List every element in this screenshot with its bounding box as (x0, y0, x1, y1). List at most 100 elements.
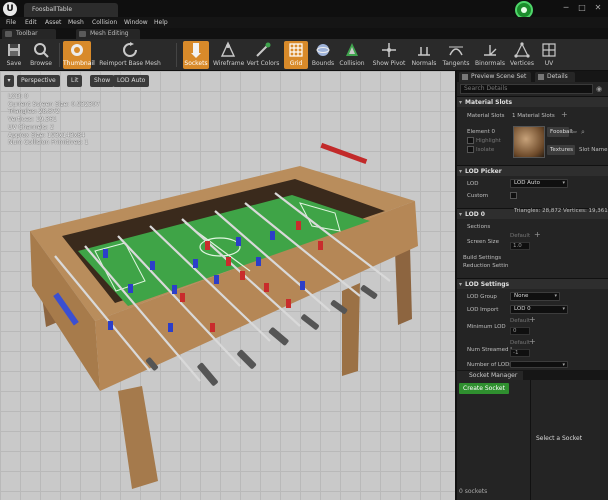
lod-group-dropdown[interactable]: None (510, 292, 560, 301)
minimum-lod-default-label: Default (510, 318, 531, 324)
num-streamed-lods-input[interactable]: -1 (510, 349, 530, 357)
binormals-button[interactable]: Binormals (474, 41, 506, 69)
wireframe-button[interactable]: Wireframe (213, 41, 244, 69)
panel-tab-row: Toolbar Mesh Editing (0, 28, 608, 39)
screen-size-label: Screen Size (467, 239, 499, 245)
table-leg (395, 246, 412, 325)
thumbnail-button[interactable]: Thumbnail (63, 41, 95, 69)
tangents-button[interactable]: Tangents (441, 41, 471, 69)
grid-toggle[interactable]: Grid (284, 41, 308, 69)
uv-button[interactable]: UV (538, 41, 560, 69)
sections-label[interactable]: Sections (467, 224, 490, 230)
select-a-socket-text: Select a Socket (536, 435, 583, 442)
isolate-checkbox[interactable] (467, 146, 474, 153)
vert-colors-button[interactable]: Vert Colors (246, 41, 280, 69)
asset-document-tab[interactable]: FoosballTable (24, 3, 118, 17)
tab-mesh-editing[interactable]: Mesh Editing (76, 29, 140, 39)
lod-auto-button[interactable]: LOD Auto (113, 75, 150, 87)
tab-toolbar[interactable]: Toolbar (2, 29, 56, 39)
show-pivot-button[interactable]: Show Pivot (372, 41, 406, 69)
num-streamed-default-label: Default (510, 340, 531, 346)
normals-icon (418, 47, 430, 56)
mesh-editing-icon (79, 31, 86, 37)
close-button[interactable]: ✕ (592, 3, 604, 13)
preview-scene-icon (462, 74, 468, 80)
browse-icon (34, 43, 49, 58)
lit-view-mode-button[interactable]: Lit (67, 75, 83, 87)
lod-group-label: LOD Group (467, 294, 497, 300)
grid-icon (289, 43, 303, 57)
browse-button[interactable]: Browse (28, 41, 54, 69)
maximize-button[interactable]: □ (576, 3, 588, 13)
stat-triangles: Triangles: 28,872 (8, 108, 60, 116)
lod-picker-section-header[interactable]: LOD Picker (457, 165, 608, 177)
view-options-eye-icon[interactable]: ◉ (596, 84, 607, 94)
socket-manager-tab-row: Socket Manager (455, 370, 608, 380)
details-tab-row: Preview Scene Set Details (457, 71, 608, 82)
screen-size-input[interactable]: 1.0 (510, 242, 530, 250)
toolbar: Save Browse Thumbnail Reimport Base Mesh… (0, 39, 608, 71)
reduction-settings-label[interactable]: Reduction Settin (463, 263, 508, 269)
show-flags-button[interactable]: Show (90, 75, 115, 87)
menu-edit[interactable]: Edit (25, 17, 37, 28)
normals-button[interactable]: Normals (410, 41, 438, 69)
vertices-button[interactable]: Vertices (508, 41, 536, 69)
collision-button[interactable]: Collision (337, 41, 367, 69)
browse-material-icon[interactable]: ⌕ (581, 128, 585, 136)
menu-mesh[interactable]: Mesh (68, 17, 84, 28)
add-screen-size-icon[interactable]: + (534, 231, 541, 239)
unreal-logo-icon: U (3, 2, 17, 16)
sockets-button[interactable]: Sockets (183, 41, 209, 69)
build-settings-label[interactable]: Build Settings (463, 255, 501, 261)
highlight-label: Highlight (476, 138, 501, 144)
save-button[interactable]: Save (3, 41, 25, 69)
menu-window[interactable]: Window (124, 17, 148, 28)
use-selected-arrow-icon[interactable]: ⇦ (571, 128, 577, 136)
material-thumbnail[interactable] (513, 126, 545, 158)
tab-socket-manager[interactable]: Socket Manager (457, 371, 524, 380)
material-picker-dropdown[interactable]: Foosball (547, 127, 572, 137)
menu-help[interactable]: Help (154, 17, 168, 28)
add-material-slot-icon[interactable]: + (561, 111, 568, 119)
custom-lod-checkbox[interactable] (510, 192, 517, 199)
save-icon (8, 44, 20, 56)
collision-icon (346, 43, 358, 56)
number-of-lods-label: Number of LODs (467, 362, 513, 368)
custom-label: Custom (467, 193, 489, 199)
add-minimum-lod-icon[interactable]: + (529, 316, 536, 324)
uv-icon (542, 43, 556, 57)
create-socket-button[interactable]: Create Socket (459, 383, 509, 394)
viewport-stats-overlay: LOD: 0 Current Screen Size: 0.932307 Tri… (8, 93, 100, 147)
minimize-button[interactable]: ─ (560, 3, 572, 13)
lod-picker-dropdown[interactable]: LOD Auto (510, 179, 568, 188)
details-icon (538, 74, 544, 80)
highlight-checkbox[interactable] (467, 137, 474, 144)
bounds-button[interactable]: Bounds (311, 41, 335, 69)
menu-asset[interactable]: Asset (45, 17, 61, 28)
lod-settings-section-header[interactable]: LOD Settings (457, 278, 608, 290)
lod0-triangles: Triangles: 28,872 (514, 208, 562, 214)
lod-import-dropdown[interactable]: LOD 0 (510, 305, 568, 314)
add-num-streamed-icon[interactable]: + (529, 338, 536, 346)
reimport-base-mesh-button[interactable]: Reimport Base Mesh (99, 41, 161, 69)
number-of-lods-input[interactable] (510, 361, 568, 369)
viewport-options-dropdown[interactable]: ▾ (4, 75, 14, 87)
tab-preview-scene-settings[interactable]: Preview Scene Set (459, 72, 531, 82)
minimum-lod-input[interactable]: 0 (510, 327, 530, 335)
search-details-input[interactable]: Search Details (460, 84, 593, 94)
title-bar: U FoosballTable ─ □ ✕ (0, 0, 608, 19)
stat-lod: LOD: 0 (8, 93, 29, 100)
textures-dropdown[interactable]: Textures (547, 145, 575, 155)
material-slots-section-header[interactable]: Material Slots (457, 96, 608, 108)
tangents-icon (449, 46, 463, 56)
isolate-label: Isolate (476, 147, 495, 153)
menu-file[interactable]: File (6, 17, 16, 28)
stat-uv-channels: UV Channels: 2 (8, 123, 54, 131)
sockets-count: 0 sockets (459, 488, 488, 495)
material-slots-label: Material Slots (467, 113, 505, 119)
menu-collision[interactable]: Collision (92, 17, 117, 28)
tab-details[interactable]: Details (535, 72, 575, 82)
details-panel: Preview Scene Set Details Search Details… (455, 71, 608, 500)
perspective-view-button[interactable]: Perspective (17, 75, 60, 87)
socket-list-divider[interactable] (530, 380, 531, 500)
